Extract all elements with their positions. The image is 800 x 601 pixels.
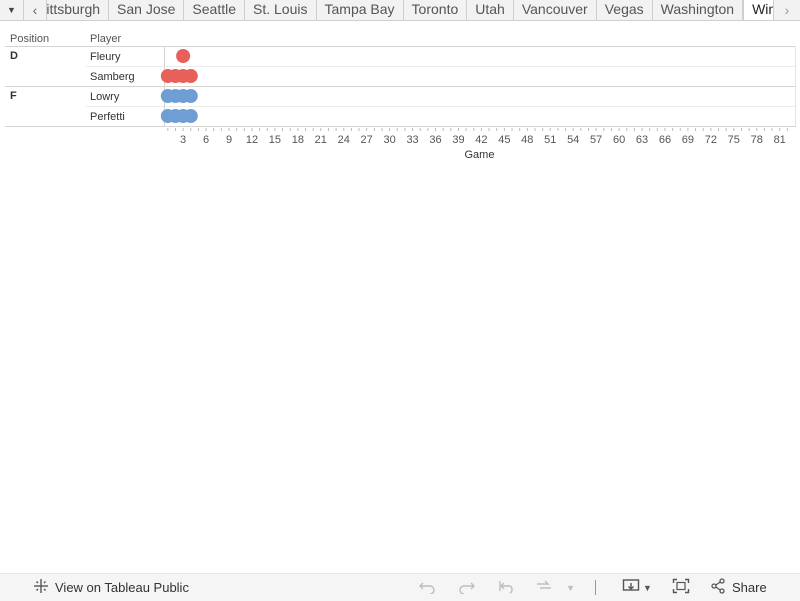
x-tick-label: 66 xyxy=(659,134,671,146)
x-tick-label: 78 xyxy=(751,134,763,146)
x-tick-label: 51 xyxy=(544,134,556,146)
refresh-icon xyxy=(535,578,553,598)
x-tick-label: 12 xyxy=(246,134,258,146)
game-dot-lowry[interactable] xyxy=(183,89,198,103)
game-dot-samberg[interactable] xyxy=(183,69,198,83)
pause-dropdown-button[interactable]: ▼ xyxy=(566,574,575,601)
x-tick-label: 36 xyxy=(429,134,441,146)
revert-icon xyxy=(498,578,516,598)
x-tick-label: 63 xyxy=(636,134,648,146)
x-tick-label: 39 xyxy=(452,134,464,146)
refresh-button[interactable] xyxy=(535,574,553,601)
x-axis-title: Game xyxy=(464,149,495,161)
share-label: Share xyxy=(732,580,767,595)
x-tick-label: 69 xyxy=(682,134,694,146)
x-tick-label: 3 xyxy=(180,134,186,146)
bottom-toolbar: View on Tableau Public ▼ ▼ Share xyxy=(0,573,800,601)
x-tick-label: 27 xyxy=(361,134,373,146)
x-tick-label: 18 xyxy=(292,134,304,146)
x-tick-label: 72 xyxy=(705,134,717,146)
share-button[interactable]: Share xyxy=(710,574,767,601)
x-tick-label: 81 xyxy=(774,134,786,146)
x-tick-label: 42 xyxy=(475,134,487,146)
x-tick-label: 6 xyxy=(203,134,209,146)
game-dot-fleury[interactable] xyxy=(176,49,191,63)
x-tick-label: 15 xyxy=(269,134,281,146)
x-tick-label: 48 xyxy=(521,134,533,146)
game-dot-perfetti[interactable] xyxy=(183,109,198,123)
x-tick-label: 9 xyxy=(226,134,232,146)
share-icon xyxy=(710,577,726,598)
x-tick-label: 45 xyxy=(498,134,510,146)
x-tick-label: 75 xyxy=(728,134,740,146)
x-tick-label: 60 xyxy=(613,134,625,146)
view-on-tableau-public-label: View on Tableau Public xyxy=(55,580,189,595)
undo-icon xyxy=(418,578,436,598)
x-tick-label: 33 xyxy=(406,134,418,146)
fullscreen-button[interactable] xyxy=(672,574,690,601)
revert-button[interactable] xyxy=(498,574,516,601)
tableau-icon xyxy=(33,578,49,598)
x-tick-label: 21 xyxy=(315,134,327,146)
download-icon xyxy=(622,578,640,598)
redo-icon xyxy=(458,578,476,598)
undo-button[interactable] xyxy=(418,574,436,601)
fullscreen-icon xyxy=(672,578,690,598)
view-on-tableau-public-link[interactable]: View on Tableau Public xyxy=(33,574,189,601)
download-button[interactable]: ▼ xyxy=(622,574,652,601)
redo-button[interactable] xyxy=(458,574,476,601)
x-tick-label: 54 xyxy=(567,134,579,146)
x-tick-label: 30 xyxy=(384,134,396,146)
toolbar-separator xyxy=(595,580,596,595)
chevron-left-icon[interactable]: ‹ xyxy=(24,0,47,20)
caret-down-icon: ▼ xyxy=(643,582,652,593)
x-tick-label: 57 xyxy=(590,134,602,146)
caret-down-icon: ▼ xyxy=(566,582,575,593)
games-dot-plot: 3 6 9 12 15 18 21 24 27 30 33 36 39 42 45 48 51 54 57 60 63 6… xyxy=(160,49,788,146)
x-tick-label: 24 xyxy=(338,134,350,146)
